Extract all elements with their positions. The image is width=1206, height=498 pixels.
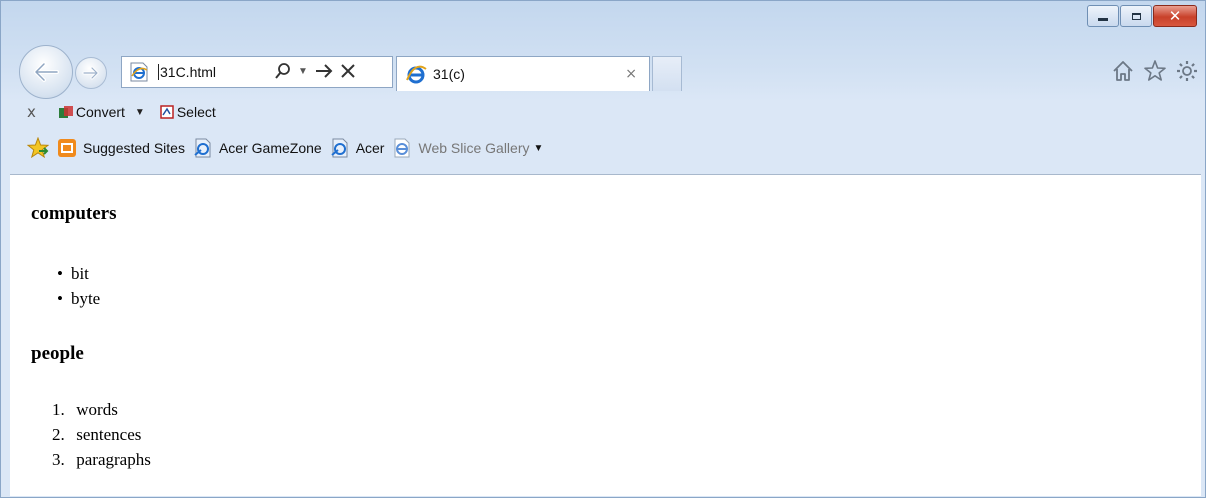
ie-icon [394, 138, 410, 158]
star-icon[interactable] [1143, 59, 1167, 87]
select-icon [160, 105, 174, 119]
fav-label: Acer [355, 140, 385, 156]
forward-arrow-icon [82, 66, 99, 80]
page-ie-icon [130, 62, 148, 82]
back-button[interactable] [19, 45, 73, 99]
chevron-down-icon[interactable]: ▼ [135, 107, 145, 118]
suggested-sites-icon [58, 139, 76, 157]
back-arrow-icon [34, 62, 59, 82]
ie-shortcut-icon [194, 138, 211, 158]
list-item: 2. sentences [52, 422, 151, 447]
heading-people: people [31, 343, 84, 364]
fav-label: Acer GameZone [218, 140, 322, 156]
list-item: byte [57, 286, 100, 311]
ie-icon [406, 65, 427, 84]
close-icon: ✕ [1168, 6, 1182, 25]
list-number: 2. [52, 425, 65, 444]
fav-label: Suggested Sites [83, 140, 185, 156]
chevron-down-icon[interactable]: ▼ [534, 143, 544, 154]
list-item: 1. words [52, 397, 151, 422]
maximize-icon [1131, 12, 1141, 20]
convert-label: Convert [75, 104, 125, 120]
heading-computers: computers [31, 203, 117, 224]
browser-window: ✕ 31C.html ▼ 31(c) × x Convert ▼ Select … [0, 0, 1206, 498]
unordered-list: bit byte [57, 261, 100, 311]
command-bar: x Convert ▼ Select [1, 97, 1205, 127]
list-number: 3. [52, 450, 65, 469]
dropdown-caret-icon[interactable]: ▼ [298, 67, 308, 77]
close-toolbar-icon[interactable]: x [27, 103, 36, 121]
convert-icon [58, 106, 73, 118]
fav-label: Web Slice Gallery [418, 140, 530, 156]
fav-item-acer[interactable]: Acer [330, 138, 385, 158]
list-text: sentences [76, 425, 142, 444]
ie-shortcut-icon [331, 138, 348, 158]
home-icon[interactable] [1111, 59, 1135, 87]
fav-item-acer-gamezone[interactable]: Acer GameZone [193, 138, 322, 158]
list-number: 1. [52, 400, 65, 419]
search-icon[interactable] [274, 62, 292, 83]
favorites-bar: Suggested Sites Acer GameZone Acer Web S… [1, 131, 1205, 165]
minimize-button[interactable] [1087, 5, 1119, 27]
list-item: bit [57, 261, 100, 286]
select-label: Select [176, 104, 216, 120]
browser-right-icons [1111, 59, 1199, 87]
fav-item-suggested-sites[interactable]: Suggested Sites [57, 138, 185, 158]
go-arrow-icon[interactable] [314, 63, 334, 82]
select-button[interactable]: Select [159, 104, 216, 120]
new-tab-button[interactable] [652, 56, 682, 91]
fav-item-web-slice-gallery[interactable]: Web Slice Gallery ▼ [392, 138, 543, 158]
convert-button[interactable]: Convert ▼ [58, 104, 145, 120]
list-text: words [76, 400, 118, 419]
page-content: computers bit byte people 1. words 2. se… [10, 174, 1201, 496]
list-text: paragraphs [76, 450, 151, 469]
stop-icon[interactable] [340, 63, 356, 82]
ordered-list: 1. words 2. sentences 3. paragraphs [52, 397, 151, 472]
tab-31c[interactable]: 31(c) × [396, 56, 650, 91]
tab-label: 31(c) [433, 66, 465, 82]
address-url[interactable]: 31C.html [158, 64, 268, 80]
close-window-button[interactable]: ✕ [1153, 5, 1197, 27]
window-caption-buttons: ✕ [1087, 5, 1197, 27]
gear-icon[interactable] [1175, 59, 1199, 87]
minimize-icon [1098, 18, 1108, 21]
tab-close-icon[interactable]: × [625, 66, 637, 82]
maximize-button[interactable] [1120, 5, 1152, 27]
forward-button[interactable] [75, 57, 107, 89]
list-item: 3. paragraphs [52, 447, 151, 472]
favorites-star-icon[interactable] [27, 137, 49, 159]
address-bar[interactable]: 31C.html ▼ [121, 56, 393, 88]
